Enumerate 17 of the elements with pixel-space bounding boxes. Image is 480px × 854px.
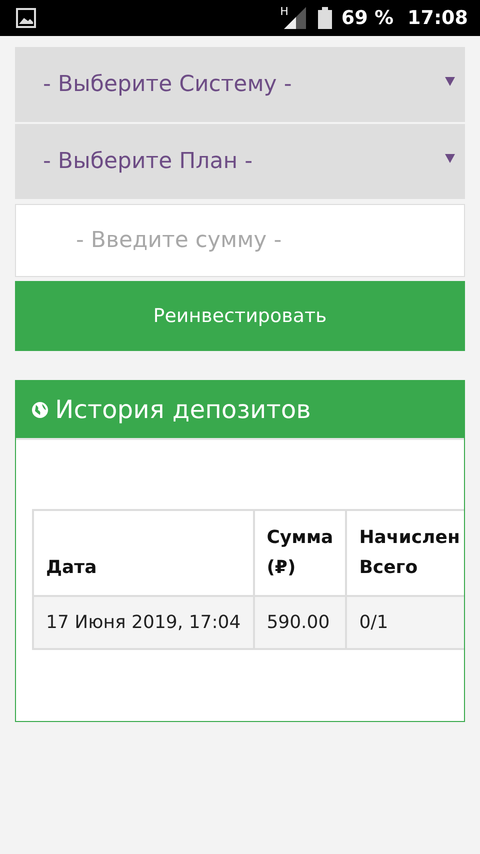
image-icon: [16, 8, 36, 28]
amount-field[interactable]: - Введите сумму -: [15, 204, 465, 277]
reinvest-button[interactable]: Реинвестировать: [15, 281, 465, 351]
globe-icon: [32, 402, 48, 418]
column-header: Дата: [33, 510, 254, 596]
table-cell: 0/1: [346, 596, 464, 649]
table-cell: 17 Июня 2019, 17:04: [33, 596, 254, 649]
battery-icon: [318, 7, 332, 29]
select-field[interactable]: - Выберите Систему -: [15, 47, 465, 122]
caret-icon: [445, 77, 455, 86]
battery-level: 69 %: [341, 6, 394, 31]
table-cell: 590.00: [254, 596, 346, 649]
select-field[interactable]: - Выберите План -: [15, 124, 465, 199]
caret-icon: [445, 154, 455, 163]
network-type: H: [280, 4, 288, 20]
panel-title: История депозитов: [55, 394, 311, 426]
clock: 17:08: [408, 6, 468, 31]
